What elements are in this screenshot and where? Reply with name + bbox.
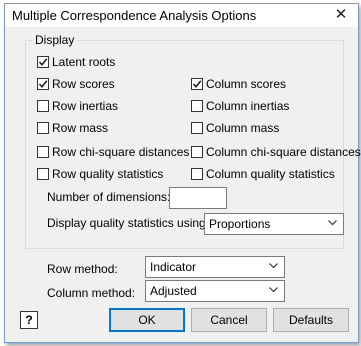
column-quality-checkbox[interactable]: Column quality statistics xyxy=(191,166,335,182)
latent-roots-check xyxy=(37,56,49,68)
checkmark-icon xyxy=(38,58,48,67)
checkmark-icon xyxy=(38,80,48,89)
column-inertias-checkbox[interactable]: Column inertias xyxy=(191,98,289,114)
row-scores-checkbox[interactable]: Row scores xyxy=(37,76,115,92)
close-icon[interactable]: ✕ xyxy=(333,5,349,25)
dialog-title: Multiple Correspondence Analysis Options xyxy=(12,8,257,23)
row-scores-check xyxy=(37,78,49,90)
row-chi-square-check xyxy=(37,146,49,158)
row-inertias-check xyxy=(37,100,49,112)
dimensions-label: Number of dimensions: xyxy=(47,190,171,204)
column-quality-check xyxy=(191,168,203,180)
defaults-button[interactable]: Defaults xyxy=(273,308,349,332)
ok-button[interactable]: OK xyxy=(109,308,185,332)
row-quality-check xyxy=(37,168,49,180)
column-mass-check xyxy=(191,122,203,134)
column-method-label: Column method: xyxy=(47,286,136,300)
chevron-down-icon xyxy=(269,287,278,293)
column-scores-check xyxy=(191,78,203,90)
row-mass-checkbox[interactable]: Row mass xyxy=(37,120,108,136)
quality-using-label: Display quality statistics using: xyxy=(47,216,210,230)
column-chi-square-check xyxy=(191,146,203,158)
cancel-button[interactable]: Cancel xyxy=(191,308,267,332)
chevron-down-icon xyxy=(269,263,278,269)
column-mass-checkbox[interactable]: Column mass xyxy=(191,120,279,136)
title-bar: Multiple Correspondence Analysis Options… xyxy=(5,4,358,27)
display-group-title: Display xyxy=(33,33,77,47)
row-quality-checkbox[interactable]: Row quality statistics xyxy=(37,166,163,182)
row-mass-check xyxy=(37,122,49,134)
checkmark-icon xyxy=(192,80,202,89)
options-dialog: Multiple Correspondence Analysis Options… xyxy=(4,3,361,343)
row-inertias-checkbox[interactable]: Row inertias xyxy=(37,98,118,114)
row-method-select[interactable]: Indicator xyxy=(145,256,285,278)
chevron-down-icon xyxy=(328,220,337,226)
column-chi-square-checkbox[interactable]: Column chi-square distances xyxy=(191,144,361,160)
help-button[interactable]: ? xyxy=(20,311,38,329)
column-inertias-check xyxy=(191,100,203,112)
column-method-select[interactable]: Adjusted xyxy=(145,280,285,302)
latent-roots-checkbox[interactable]: Latent roots xyxy=(37,54,115,70)
quality-using-select[interactable]: Proportions xyxy=(204,213,344,235)
row-method-label: Row method: xyxy=(47,262,118,276)
column-scores-checkbox[interactable]: Column scores xyxy=(191,76,286,92)
row-chi-square-checkbox[interactable]: Row chi-square distances xyxy=(37,144,189,160)
dimensions-input[interactable] xyxy=(169,187,227,209)
